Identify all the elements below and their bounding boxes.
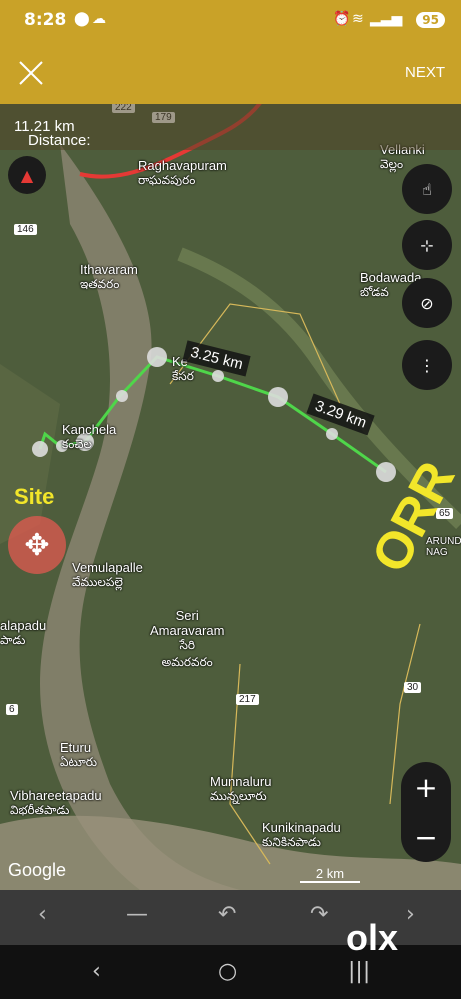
road-6: 6 (6, 704, 18, 715)
place-kunikinapadu: Kunikinapadu కునికినపాడు (262, 820, 341, 849)
olx-watermark: olx (346, 917, 399, 958)
zoom-out-button[interactable]: − (401, 812, 451, 862)
close-icon[interactable] (18, 60, 44, 86)
nav-back-icon[interactable]: ‹ (92, 959, 101, 984)
road-30: 30 (404, 682, 422, 693)
move-handle-icon[interactable]: ✥ (8, 516, 66, 574)
back-chevron-icon[interactable]: ‹ (38, 902, 47, 927)
app-header: NEXT (0, 42, 461, 104)
redo-icon[interactable]: ↷ (310, 902, 328, 927)
alarm-icon: ⏰ (333, 11, 351, 27)
status-time: 8:28 (24, 10, 67, 30)
place-vibhareetapadu: Vibhareetapadu విభరీతపాడు (10, 788, 102, 817)
satellite-map[interactable]: Raghavapuramరాఘవపురం Vellankiవెల్లం Itha… (0, 104, 461, 890)
undo-icon[interactable]: ↶ (218, 902, 236, 927)
compass-icon[interactable]: ▲ (8, 156, 46, 194)
status-bar: 8:28 ⬤ ☁ ⏰ ≋ ▂▃▅ 95 (0, 0, 461, 42)
scale-bar: 2 km (300, 866, 360, 883)
place-vemulapalle: Vemulapalle వేములపల్లె (72, 560, 143, 589)
minus-icon[interactable]: — (126, 902, 148, 927)
cloud-icon: ☁ (92, 11, 106, 27)
hide-eye-icon[interactable]: ⊘ (402, 278, 452, 328)
nav-recents-icon[interactable]: ||| (348, 959, 370, 984)
hand-icon[interactable]: ☝ (402, 164, 452, 214)
google-logo: Google (8, 860, 67, 880)
next-button[interactable]: NEXT (405, 64, 445, 81)
zoom-in-button[interactable]: + (401, 762, 451, 812)
wifi-icon: ≋ (352, 11, 364, 27)
measure-point-icon[interactable]: ⊹ (402, 220, 452, 270)
distance-bar: Distance: 11.21 km (0, 104, 461, 150)
more-menu-icon[interactable]: ⋮ (402, 340, 452, 390)
place-alapadu: alapadu పాడు (0, 618, 47, 647)
place-seri-amaravaram: Seri Amaravaram సేరి అమరవరం (150, 608, 225, 669)
system-nav-bar: ‹ ○ ||| olx (0, 917, 461, 999)
nav-home-icon[interactable]: ○ (218, 959, 237, 984)
place-raghavapuram: Raghavapuram రాఘవపురం (138, 158, 227, 187)
place-eturu: Eturu ఏటూరు (60, 740, 98, 769)
location-icon: ⬤ (74, 11, 90, 27)
forward-chevron-icon[interactable]: › (406, 902, 415, 927)
signal-icon: ▂▃▅ (370, 11, 403, 27)
place-munnaluru: Munnaluru మున్నలూరు (210, 774, 272, 803)
site-annotation: Site (14, 484, 55, 509)
distance-label: Distance: (28, 132, 91, 149)
place-ithavaram: Ithavaram ఇతవరం (80, 262, 138, 291)
battery-badge: 95 (416, 12, 445, 28)
road-146: 146 (14, 224, 37, 235)
place-kanchela: Kanchela కంచెల (62, 422, 117, 451)
road-217: 217 (236, 694, 259, 705)
zoom-control: + − (401, 762, 451, 862)
